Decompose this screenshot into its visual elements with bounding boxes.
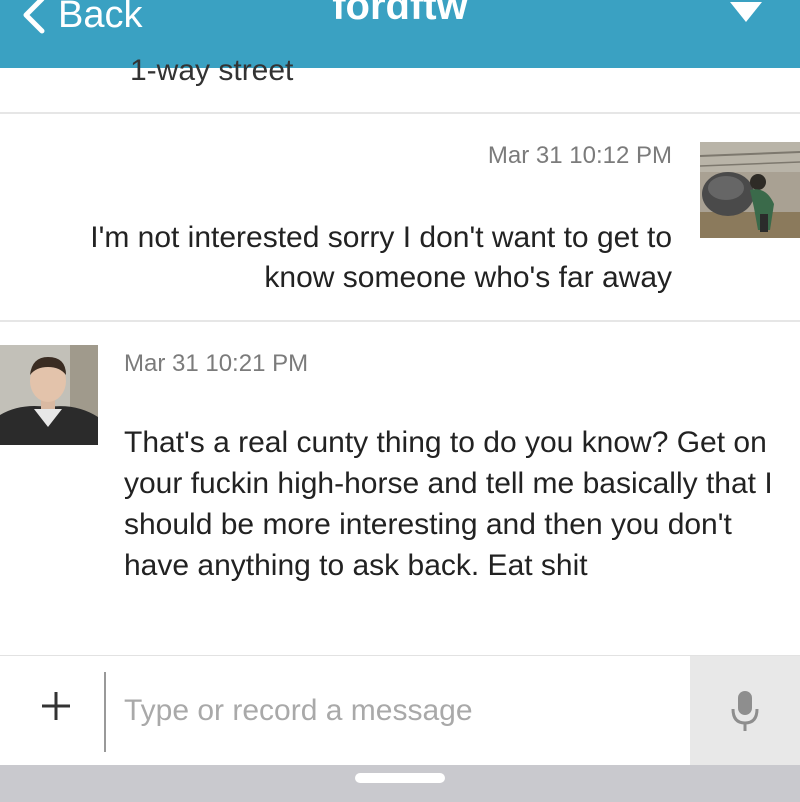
top-nav-bar: Back fordftw [0,0,800,68]
message-input[interactable] [122,690,676,732]
message-text: That's a real cunty thing to do you know… [124,426,773,582]
message-timestamp: Mar 31 10:21 PM [124,350,309,377]
avatar[interactable] [0,345,98,445]
avatar[interactable] [700,142,800,238]
home-indicator[interactable] [355,773,445,783]
plus-icon[interactable] [36,686,76,726]
message-input-wrapper [104,668,689,758]
message-text: I'm not interested sorry I don't want to… [90,221,672,294]
conversation-title: fordftw [332,0,468,28]
message-divider [0,112,800,114]
record-button[interactable] [690,656,800,766]
caret-down-icon[interactable] [728,0,764,26]
input-divider [104,672,106,752]
message-timestamp: Mar 31 10:12 PM [487,142,672,169]
microphone-icon [731,691,759,731]
previous-message-snippet: 1-way street [130,54,294,87]
message-divider [0,320,800,322]
bottom-safe-area [0,765,800,802]
message-composer [0,655,800,766]
